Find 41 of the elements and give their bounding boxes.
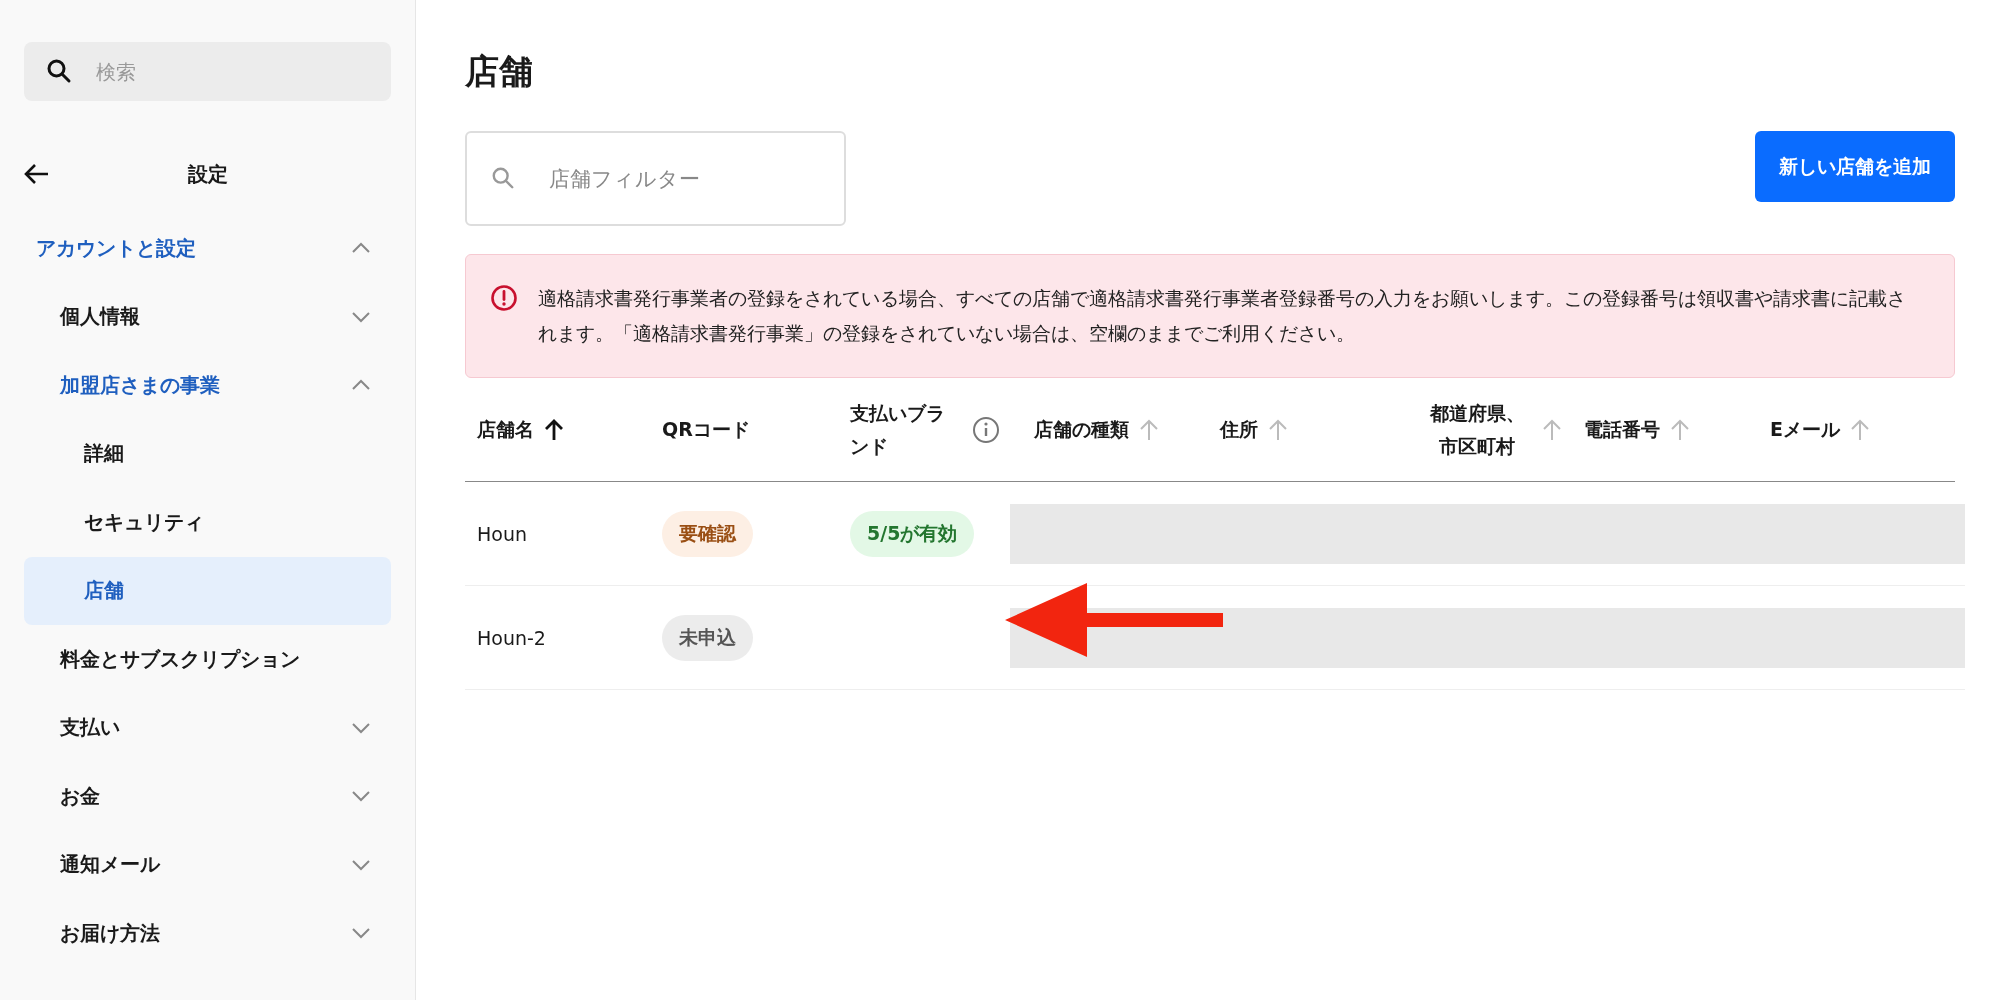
sidebar-title: 設定 xyxy=(187,160,228,188)
chevron-down-icon xyxy=(351,310,371,323)
chevron-up-icon xyxy=(351,242,371,255)
column-header[interactable]: 住所 xyxy=(1220,416,1258,443)
sidebar-item[interactable]: 料金とサブスクリプション xyxy=(24,625,391,694)
sidebar-item[interactable]: お金 xyxy=(24,762,391,831)
column-header[interactable]: 都道府県、市区町村 xyxy=(1422,396,1532,463)
sidebar-item[interactable]: 詳細 xyxy=(24,419,391,488)
alert-text: 適格請求書発行事業者の登録をされている場合、すべての店舗で適格請求書発行事業者登録番号の入力をお願いします。この登録番号は領収書や請求書に記載されます。「適格請求書発行事業」の登録をされていない場合は、空欄のままでご利用ください。 xyxy=(538,287,1907,346)
chevron-down-icon xyxy=(351,790,371,803)
page-title: 店舗 xyxy=(465,50,534,93)
sidebar-item[interactable]: 通知メール xyxy=(24,830,391,899)
column-header[interactable]: 支払いブランド xyxy=(850,396,950,463)
back-arrow-icon[interactable] xyxy=(24,163,50,185)
column-header[interactable]: QRコード xyxy=(662,416,750,443)
info-icon[interactable] xyxy=(972,415,1000,444)
column-header[interactable]: Eメール xyxy=(1770,416,1840,443)
add-store-button[interactable]: 新しい店舗を追加 xyxy=(1755,131,1955,202)
sidebar-item[interactable]: お届け方法 xyxy=(24,899,391,968)
column-header[interactable]: 店舗名 xyxy=(477,416,534,443)
filter-field[interactable]: 店舗フィルター xyxy=(465,131,846,226)
sort-arrow-icon[interactable] xyxy=(544,418,564,441)
status-badge: 未申込 xyxy=(662,614,753,661)
table-cell: Houn-2 xyxy=(477,626,546,649)
alert-icon xyxy=(490,284,518,312)
search-field[interactable]: 検索 xyxy=(24,42,391,101)
status-badge: 5/5が有効 xyxy=(850,510,975,557)
table-cell: Houn xyxy=(477,522,527,545)
chevron-down-icon xyxy=(351,858,371,871)
sidebar-item[interactable]: アカウントと設定 xyxy=(24,214,391,283)
chevron-down-icon xyxy=(351,927,371,940)
column-header[interactable]: 店舗の種類 xyxy=(1034,416,1129,443)
sidebar-item[interactable]: 個人情報 xyxy=(24,282,391,351)
sidebar-item[interactable]: 店舗 xyxy=(24,556,391,625)
chevron-up-icon xyxy=(351,379,371,392)
column-header[interactable]: 電話番号 xyxy=(1584,416,1660,443)
sidebar-item[interactable]: セキュリティ xyxy=(24,488,391,557)
chevron-down-icon xyxy=(351,721,371,734)
sidebar-item[interactable]: 支払い xyxy=(24,693,391,762)
status-badge: 要確認 xyxy=(662,510,753,557)
sidebar-item[interactable]: 加盟店さまの事業 xyxy=(24,351,391,420)
